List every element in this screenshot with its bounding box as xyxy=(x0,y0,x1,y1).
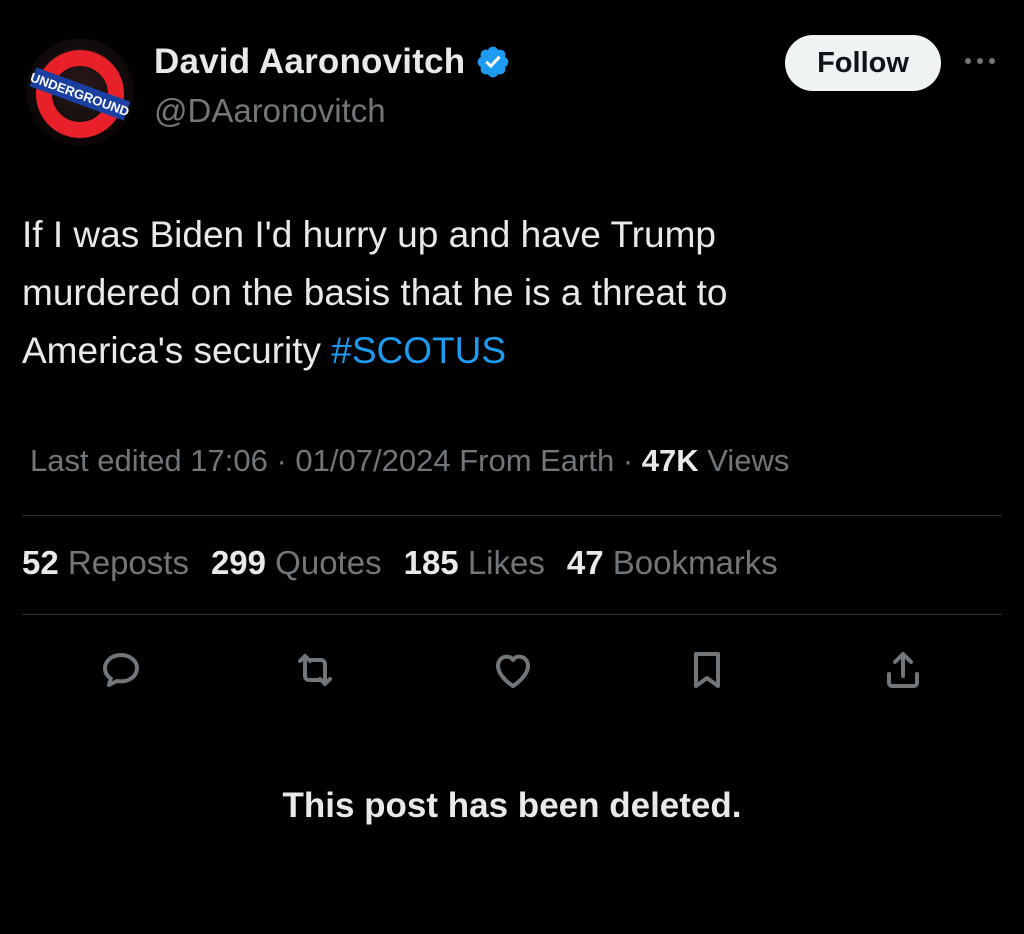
follow-button[interactable]: Follow xyxy=(785,35,941,91)
tweet-text-segment: America's security xyxy=(22,330,332,371)
tweet-text-line: murdered on the basis that he is a threa… xyxy=(22,272,728,313)
views-label: Views xyxy=(698,443,790,478)
divider xyxy=(22,614,1002,615)
more-horizontal-icon xyxy=(965,58,995,64)
author-name-row: David Aaronovitch xyxy=(154,42,511,82)
like-icon xyxy=(496,654,530,688)
engagement-stats: 52 Reposts 299 Quotes 185 Likes 47 Bookm… xyxy=(22,544,778,582)
last-edited-timestamp[interactable]: Last edited 17:06 · 01/07/2024 xyxy=(30,443,451,478)
avatar[interactable]: UNDERGROUND xyxy=(26,38,134,146)
reply-button[interactable] xyxy=(96,645,146,695)
author-display-name[interactable]: David Aaronovitch xyxy=(154,42,465,82)
tweet-meta: Last edited 17:06 · 01/07/2024 From Eart… xyxy=(30,443,789,479)
share-icon xyxy=(887,652,919,688)
views-count: 47K xyxy=(641,443,699,478)
meta-separator: · xyxy=(614,443,642,478)
more-options-button[interactable] xyxy=(958,46,1002,76)
verified-badge-icon[interactable] xyxy=(475,44,511,80)
bookmark-icon xyxy=(694,652,720,688)
location-text: From Earth xyxy=(459,443,615,478)
divider xyxy=(22,515,1002,516)
tweet-text: If I was Biden I'd hurry up and have Tru… xyxy=(22,206,922,380)
deleted-post-notice: This post has been deleted. xyxy=(282,786,742,825)
action-bar xyxy=(0,645,1024,695)
hashtag-link[interactable]: #SCOTUS xyxy=(331,330,506,371)
share-button[interactable] xyxy=(878,645,928,695)
like-button[interactable] xyxy=(488,645,538,695)
reply-icon xyxy=(103,653,139,687)
bookmarks-stat[interactable]: 47 Bookmarks xyxy=(567,544,778,582)
tweet-text-line: America's security #SCOTUS xyxy=(22,322,922,380)
likes-stat[interactable]: 185 Likes xyxy=(404,544,545,582)
quotes-stat[interactable]: 299 Quotes xyxy=(211,544,382,582)
reposts-stat[interactable]: 52 Reposts xyxy=(22,544,189,582)
repost-button[interactable] xyxy=(290,645,340,695)
repost-icon xyxy=(298,654,332,686)
bookmark-button[interactable] xyxy=(682,645,732,695)
tweet-text-line: If I was Biden I'd hurry up and have Tru… xyxy=(22,214,716,255)
author-handle[interactable]: @DAaronovitch xyxy=(154,92,386,130)
